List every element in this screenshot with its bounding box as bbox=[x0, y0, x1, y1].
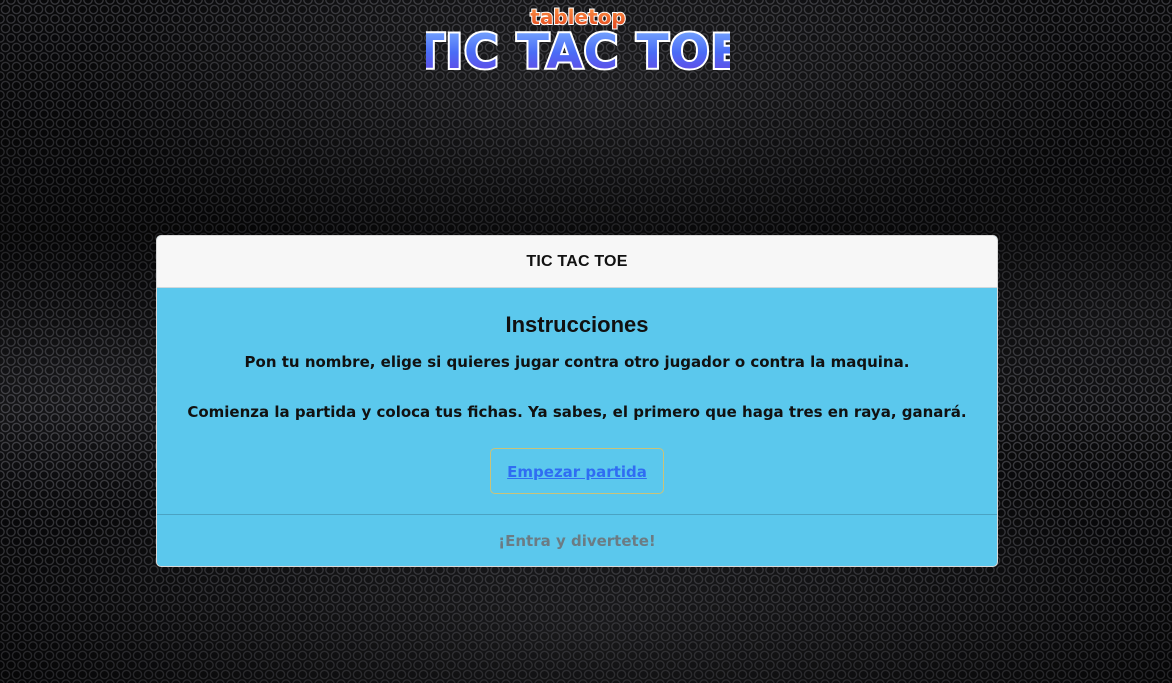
instructions-line-2: Comienza la partida y coloca tus fichas.… bbox=[187, 403, 967, 421]
start-game-button[interactable]: Empezar partida bbox=[490, 448, 664, 494]
card-footer: ¡Entra y divertete! bbox=[157, 514, 997, 566]
logo-big-text: TIC TAC TOE bbox=[426, 25, 730, 76]
instructions-title: Instrucciones bbox=[505, 312, 649, 337]
instructions-line-1: Pon tu nombre, elige si quieres jugar co… bbox=[244, 353, 910, 371]
card-header: TIC TAC TOE bbox=[157, 236, 997, 288]
card-body: Instrucciones Pon tu nombre, elige si qu… bbox=[157, 288, 997, 514]
instructions-card: TIC TAC TOE Instrucciones Pon tu nombre,… bbox=[156, 235, 998, 567]
tic-tac-toe-logo: tabletop TIC TAC TOE bbox=[426, 4, 730, 76]
